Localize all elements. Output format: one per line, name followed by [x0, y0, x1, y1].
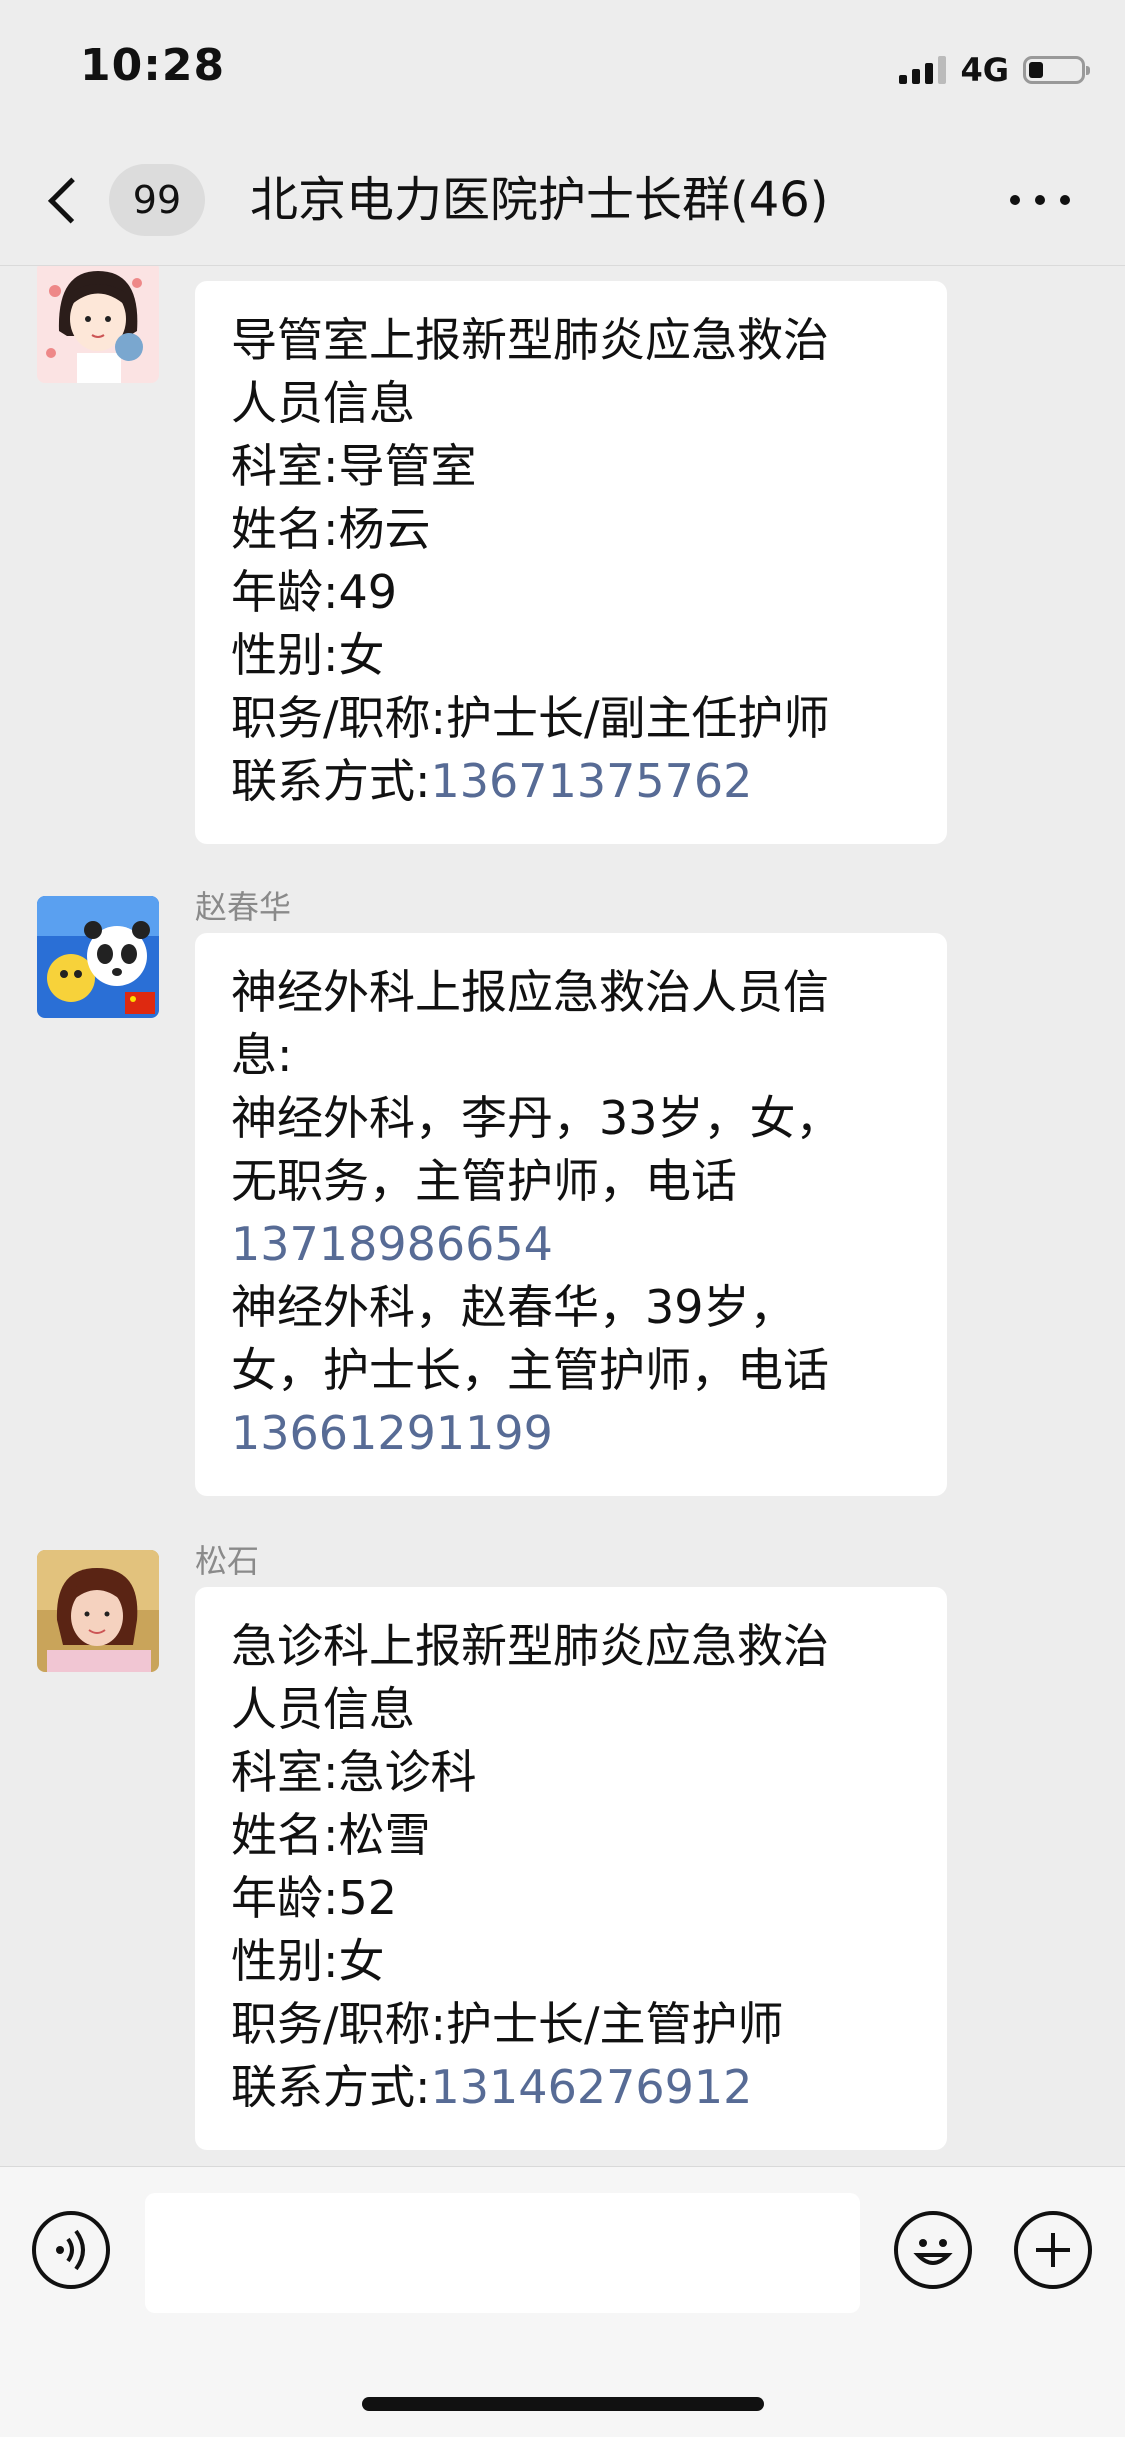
chat-message-list[interactable]: 导管室上报新型肺炎应急救治 人员信息 科室:导管室 姓名:杨云 年龄:49 性别…	[0, 266, 1125, 2166]
plus-icon[interactable]	[1014, 2211, 1092, 2289]
message-line: 人员信息	[231, 376, 415, 430]
message-line: 姓名:松雪	[231, 1808, 431, 1862]
message-line: 年龄:52	[231, 1871, 398, 1925]
avatar[interactable]	[37, 1550, 159, 1672]
phone-link[interactable]: 13146276912	[431, 2060, 753, 2114]
chevron-left-icon	[48, 177, 94, 223]
message-bubble[interactable]: 导管室上报新型肺炎应急救治 人员信息 科室:导管室 姓名:杨云 年龄:49 性别…	[195, 281, 947, 844]
home-indicator	[362, 2397, 764, 2411]
message-line: 女，护士长，主管护师，电话	[231, 1343, 829, 1397]
network-type: 4G	[960, 51, 1009, 89]
message-line: 性别:女	[231, 628, 385, 682]
status-bar: 10:28 4G	[0, 0, 1125, 135]
signal-icon	[899, 56, 947, 84]
sender-name: 赵春华	[195, 888, 292, 926]
message-line: 联系方式:13146276912	[231, 2056, 911, 2119]
message-line: 职务/职称:护士长/主管护师	[231, 1997, 784, 2051]
status-indicators: 4G	[899, 50, 1090, 90]
avatar[interactable]	[37, 896, 159, 1018]
message-line: 科室:急诊科	[231, 1745, 477, 1799]
emoji-icon[interactable]	[894, 2211, 972, 2289]
contact-label: 联系方式:	[231, 754, 431, 808]
battery-icon	[1023, 56, 1090, 84]
message-line: 性别:女	[231, 1934, 385, 1988]
message-bubble[interactable]: 神经外科上报应急救治人员信 息: 神经外科，李丹，33岁，女， 无职务，主管护师…	[195, 933, 947, 1496]
message-line: 神经外科，李丹，33岁，女，	[231, 1091, 842, 1145]
phone-link[interactable]: 13718986654	[231, 1213, 911, 1276]
message-line: 神经外科上报应急救治人员信	[231, 965, 829, 1019]
sender-name: 松石	[195, 1542, 260, 1580]
message-line: 神经外科，赵春华，39岁，	[231, 1280, 796, 1334]
message-line: 人员信息	[231, 1682, 415, 1736]
message-line: 导管室上报新型肺炎应急救治	[231, 313, 829, 367]
more-icon[interactable]	[1010, 185, 1070, 215]
phone-link[interactable]: 13661291199	[231, 1402, 911, 1465]
message-input[interactable]	[145, 2193, 860, 2313]
back-button[interactable]: 99	[35, 160, 205, 240]
message-bubble[interactable]: 急诊科上报新型肺炎应急救治 人员信息 科室:急诊科 姓名:松雪 年龄:52 性别…	[195, 1587, 947, 2150]
input-bar	[0, 2166, 1125, 2437]
message-line: 联系方式:13671375762	[231, 750, 911, 813]
contact-label: 联系方式:	[231, 2060, 431, 2114]
message-line: 姓名:杨云	[231, 502, 431, 556]
chat-title: 北京电力医院护士长群(46)	[250, 172, 829, 228]
message-line: 年龄:49	[231, 565, 398, 619]
message-line: 无职务，主管护师，电话	[231, 1154, 737, 1208]
message-line: 科室:导管室	[231, 439, 477, 493]
status-time: 10:28	[80, 40, 226, 91]
nav-bar: 99 北京电力医院护士长群(46)	[0, 135, 1125, 266]
avatar[interactable]	[37, 266, 159, 383]
message-line: 急诊科上报新型肺炎应急救治	[231, 1619, 829, 1673]
unread-badge: 99	[108, 164, 205, 236]
phone-link[interactable]: 13671375762	[431, 754, 753, 808]
message-line: 息:	[231, 1028, 293, 1082]
message-line: 职务/职称:护士长/副主任护师	[231, 691, 830, 745]
voice-icon[interactable]	[32, 2211, 110, 2289]
